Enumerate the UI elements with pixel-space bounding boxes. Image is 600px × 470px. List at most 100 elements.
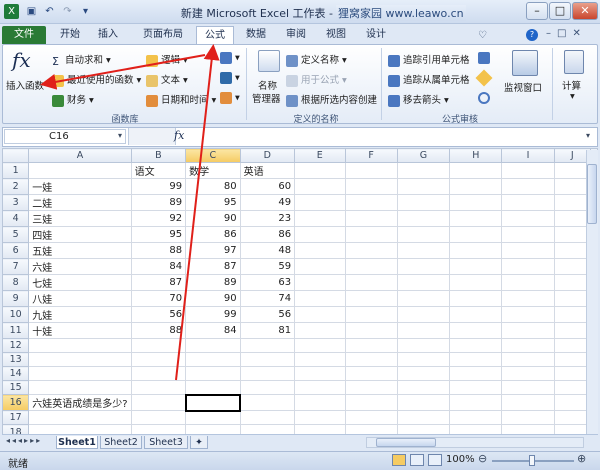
cell[interactable] (396, 424, 451, 434)
cell[interactable] (28, 366, 132, 382)
cell[interactable] (294, 274, 346, 291)
trace-precedents-button[interactable]: 追踪引用单元格 (388, 52, 470, 67)
cell[interactable] (294, 258, 346, 275)
cell[interactable] (449, 410, 503, 426)
cell[interactable] (294, 424, 346, 434)
cell[interactable]: 七娃 (28, 274, 132, 291)
column-header-i[interactable]: I (501, 148, 555, 163)
cell[interactable]: 84 (130, 258, 187, 275)
sheet-tab-sheet2[interactable]: Sheet2 (100, 436, 142, 449)
cell[interactable] (130, 394, 187, 412)
column-header-a[interactable]: A (28, 148, 132, 163)
cell[interactable] (396, 352, 451, 368)
cell[interactable] (344, 162, 398, 179)
calculation-dropdown-icon[interactable]: ▾ (570, 91, 575, 102)
cell[interactable] (344, 322, 398, 339)
cell[interactable] (501, 226, 555, 243)
cell[interactable] (294, 410, 346, 426)
cell[interactable] (239, 352, 296, 368)
help-icon[interactable]: ? (526, 29, 538, 41)
cell[interactable]: 99 (185, 306, 241, 323)
zoom-out-icon[interactable]: ⊖ (478, 452, 487, 465)
cell[interactable]: 97 (185, 242, 241, 259)
select-all-corner[interactable] (2, 148, 30, 163)
cell[interactable]: 三娃 (28, 210, 132, 227)
cell[interactable] (396, 366, 451, 382)
cell[interactable] (449, 352, 503, 368)
cell[interactable]: 六娃英语成绩是多少? (28, 394, 132, 412)
zoom-in-icon[interactable]: ⊕ (577, 452, 586, 465)
close-button[interactable]: ✕ (572, 2, 598, 20)
formula-bar-expand-icon[interactable]: ▾ (586, 131, 590, 140)
name-manager-label-1[interactable]: 名称 (258, 78, 277, 92)
cell[interactable] (449, 337, 503, 354)
cell[interactable] (294, 394, 346, 412)
cell[interactable] (449, 380, 503, 396)
cell[interactable] (344, 410, 398, 426)
cell[interactable] (501, 162, 555, 179)
cell[interactable] (344, 424, 398, 434)
cell[interactable]: 56 (239, 306, 296, 323)
cell[interactable] (449, 306, 503, 323)
row-header[interactable]: 1 (2, 162, 30, 179)
cell[interactable]: 英语 (239, 162, 296, 179)
cell[interactable] (501, 380, 555, 396)
cell[interactable] (239, 410, 296, 426)
cell[interactable] (396, 210, 451, 227)
cell[interactable] (344, 394, 398, 412)
cell[interactable]: 数学 (185, 162, 241, 179)
maximize-button[interactable]: □ (549, 2, 571, 20)
cell[interactable] (396, 178, 451, 195)
cell[interactable] (239, 366, 296, 382)
cell[interactable] (344, 242, 398, 259)
watch-window-button[interactable]: 监视窗口 (504, 80, 542, 94)
cell[interactable] (396, 274, 451, 291)
cell[interactable] (344, 352, 398, 368)
cell[interactable] (130, 337, 187, 354)
cell[interactable] (449, 210, 503, 227)
row-header[interactable]: 12 (2, 337, 30, 354)
cell[interactable] (396, 410, 451, 426)
row-header[interactable]: 11 (2, 322, 30, 339)
cell[interactable] (28, 162, 132, 179)
date-time-button[interactable]: 日期和时间 ▾ (146, 92, 216, 107)
cell[interactable] (344, 258, 398, 275)
cell[interactable] (501, 274, 555, 291)
column-header-f[interactable]: F (344, 148, 398, 163)
row-header[interactable]: 16 (2, 394, 30, 412)
cell[interactable] (396, 322, 451, 339)
cell[interactable] (294, 306, 346, 323)
cell[interactable] (501, 352, 555, 368)
cell[interactable] (449, 178, 503, 195)
define-name-button[interactable]: 定义名称 ▾ (286, 52, 347, 67)
cell[interactable] (294, 352, 346, 368)
row-header[interactable]: 17 (2, 410, 30, 426)
cell[interactable]: 23 (239, 210, 296, 227)
cell[interactable]: 59 (239, 258, 296, 275)
cell[interactable] (396, 394, 451, 412)
cell[interactable]: 九娃 (28, 306, 132, 323)
tab-home[interactable]: 开始 (52, 26, 88, 44)
cell[interactable] (185, 424, 241, 434)
cell[interactable] (396, 194, 451, 211)
cell[interactable] (396, 380, 451, 396)
cell[interactable]: 90 (185, 210, 241, 227)
cell[interactable] (28, 424, 132, 434)
cell[interactable] (294, 242, 346, 259)
cell[interactable] (449, 258, 503, 275)
cell[interactable] (449, 226, 503, 243)
horizontal-scroll-thumb[interactable] (376, 438, 436, 447)
use-in-formula-button[interactable]: 用于公式 ▾ (286, 72, 347, 87)
tab-review[interactable]: 审阅 (278, 26, 314, 44)
row-header[interactable]: 5 (2, 226, 30, 243)
workbook-window-controls[interactable]: –□✕ (546, 28, 587, 39)
tab-formulas[interactable]: 公式 (196, 26, 234, 44)
tab-file[interactable]: 文件 (2, 26, 46, 44)
financial-button[interactable]: 财务 ▾ (52, 92, 94, 107)
name-box[interactable]: C16 (4, 129, 126, 144)
cell[interactable]: 80 (185, 178, 241, 195)
cell[interactable] (396, 337, 451, 354)
ribbon-minimize-icon[interactable]: ♡ (478, 30, 487, 41)
cell[interactable]: 63 (239, 274, 296, 291)
cell[interactable]: 60 (239, 178, 296, 195)
